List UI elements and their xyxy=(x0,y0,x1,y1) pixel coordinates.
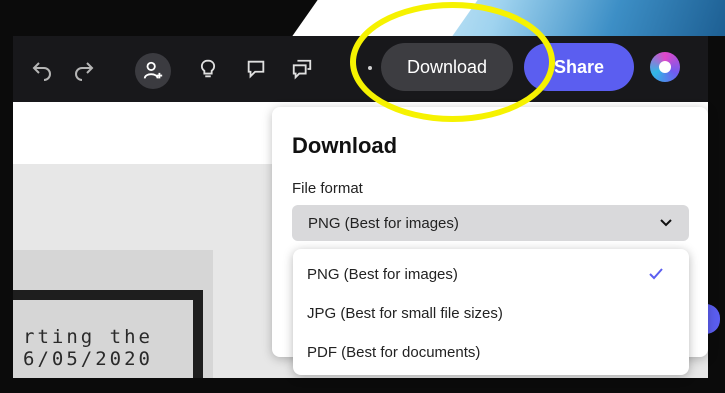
checkmark-icon xyxy=(649,268,663,280)
background-graphic xyxy=(345,0,725,36)
editor-toolbar: Download Share xyxy=(13,36,708,102)
lightbulb-icon[interactable] xyxy=(195,56,221,82)
overflow-dot xyxy=(368,66,372,70)
redo-icon[interactable] xyxy=(71,56,97,82)
comment-icon[interactable] xyxy=(243,56,269,82)
format-option-pdf[interactable]: PDF (Best for documents) xyxy=(307,335,677,369)
file-format-label: File format xyxy=(292,180,363,197)
format-option-label: PDF (Best for documents) xyxy=(307,343,481,361)
format-option-jpg[interactable]: JPG (Best for small file sizes) xyxy=(307,296,677,330)
poster-text-line1: rting the xyxy=(23,326,153,348)
undo-icon[interactable] xyxy=(29,56,55,82)
file-format-select[interactable]: PNG (Best for images) xyxy=(292,205,689,241)
format-option-label: JPG (Best for small file sizes) xyxy=(307,304,503,322)
poster-text-line2: 6/05/2020 xyxy=(23,348,153,370)
user-avatar[interactable] xyxy=(650,52,680,82)
download-button[interactable]: Download xyxy=(381,43,513,91)
comments-icon[interactable] xyxy=(289,56,315,82)
format-option-label: PNG (Best for images) xyxy=(307,265,458,283)
file-format-dropdown: PNG (Best for images) JPG (Best for smal… xyxy=(293,249,689,375)
chevron-down-icon xyxy=(660,219,672,227)
download-panel-title: Download xyxy=(292,133,398,158)
add-person-icon xyxy=(143,61,163,79)
invite-collaborator-button[interactable] xyxy=(135,53,171,89)
share-button[interactable]: Share xyxy=(524,43,634,91)
file-format-selected-value: PNG (Best for images) xyxy=(308,214,459,232)
format-option-png[interactable]: PNG (Best for images) xyxy=(307,257,677,291)
poster-preview: rting the 6/05/2020 xyxy=(13,250,213,378)
